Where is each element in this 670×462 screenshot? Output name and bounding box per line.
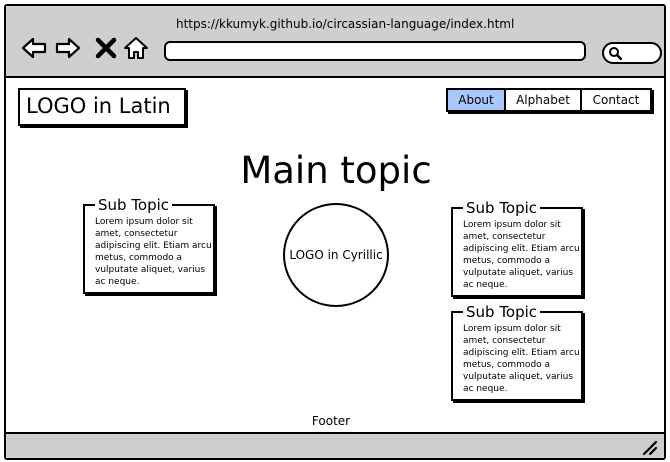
forward-arrow-icon[interactable] (54, 34, 82, 62)
url-text: https://kkumyk.github.io/circassian-lang… (176, 17, 515, 31)
footer: Footer (311, 414, 351, 428)
logo-cyrillic-label: LOGO in Cyrillic (289, 248, 383, 262)
nav-item-contact[interactable]: Contact (582, 90, 650, 110)
resize-grip-icon[interactable] (640, 438, 658, 456)
search-field[interactable] (602, 42, 662, 64)
subtopic-card: Sub Topic Lorem ipsum dolor sit amet, co… (83, 196, 215, 294)
subtopic-card: Sub Topic Lorem ipsum dolor sit amet, co… (451, 199, 583, 297)
subtopic-text: Lorem ipsum dolor sit amet, consectetur … (463, 220, 580, 290)
nav-item-alphabet[interactable]: Alphabet (506, 90, 582, 110)
page-title: Main topic (240, 149, 432, 192)
subtopic-text: Lorem ipsum dolor sit amet, consectetur … (95, 217, 212, 287)
address-bar[interactable] (164, 41, 586, 61)
logo-latin[interactable]: LOGO in Latin (18, 88, 186, 126)
back-arrow-icon[interactable] (20, 34, 48, 62)
subtopic-title: Sub Topic (95, 196, 173, 214)
nav-item-about[interactable]: About (448, 90, 506, 110)
subtopic-text: Lorem ipsum dolor sit amet, consectetur … (463, 324, 580, 394)
logo-cyrillic: LOGO in Cyrillic (283, 203, 389, 307)
close-icon[interactable] (92, 34, 120, 62)
subtopic-card: Sub Topic Lorem ipsum dolor sit amet, co… (451, 303, 583, 401)
main-nav: About Alphabet Contact (446, 88, 652, 112)
browser-toolbar: https://kkumyk.github.io/circassian-lang… (6, 6, 664, 78)
subtopic-title: Sub Topic (463, 303, 541, 321)
subtopic-title: Sub Topic (463, 199, 541, 217)
home-icon[interactable] (122, 34, 150, 62)
status-bar (6, 432, 664, 458)
search-icon (609, 47, 622, 60)
